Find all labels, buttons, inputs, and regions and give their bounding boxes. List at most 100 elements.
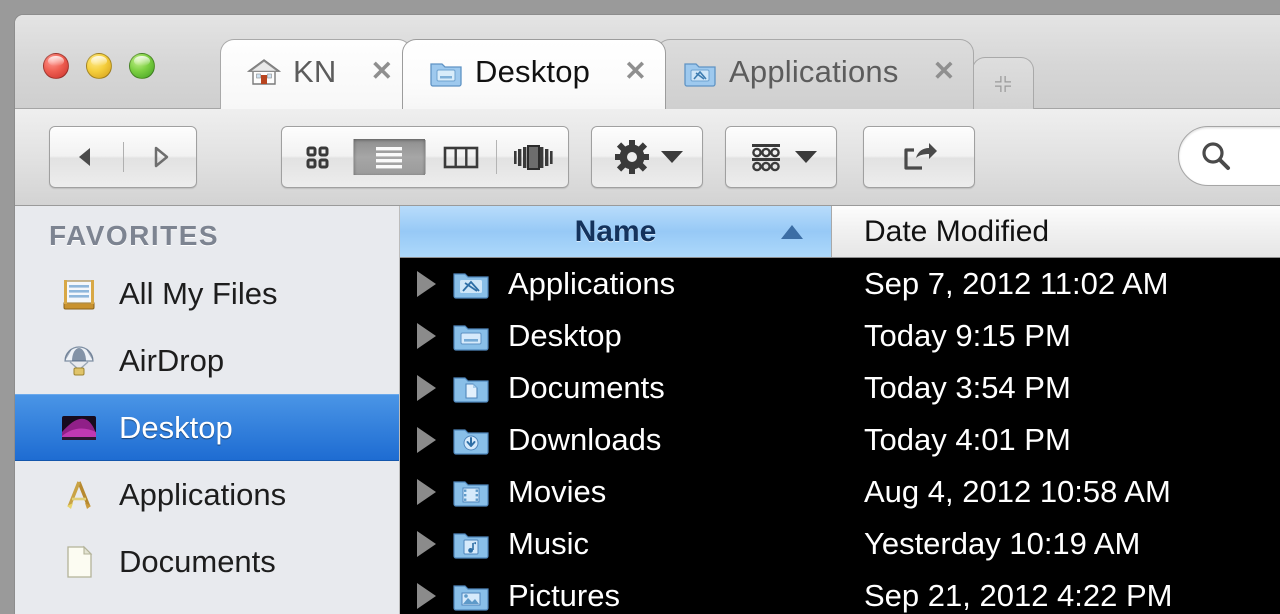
sort-ascending-icon	[781, 224, 803, 239]
disclosure-triangle[interactable]	[400, 531, 452, 557]
date-modified-cell: Today 4:01 PM	[864, 422, 1071, 457]
date-modified-cell: Sep 21, 2012 4:22 PM	[864, 578, 1173, 613]
pictures-folder-icon	[452, 580, 490, 612]
list-view-icon	[376, 147, 403, 169]
date-modified-cell: Aug 4, 2012 10:58 AM	[864, 474, 1171, 509]
sidebar-item-label: AirDrop	[119, 342, 225, 378]
tab-close-button[interactable]: ✕	[624, 56, 647, 86]
new-tab-button[interactable]	[972, 57, 1035, 109]
file-name-cell: Downloads	[452, 422, 832, 458]
minimize-window-button[interactable]	[86, 53, 112, 79]
tab-applications[interactable]: Applications ✕	[655, 39, 975, 109]
folder-icon	[429, 57, 463, 87]
sidebar: FAVORITES All My Files AirDrop Desktop A…	[15, 206, 400, 614]
chevron-down-icon	[660, 151, 683, 163]
file-name-cell: Music	[452, 526, 832, 562]
share-button[interactable]	[863, 126, 975, 188]
tab-desktop[interactable]: Desktop ✕	[402, 39, 666, 109]
file-name-cell: Applications	[452, 266, 832, 302]
column-header-label: Date Modified	[864, 214, 1050, 248]
sidebar-item-airdrop[interactable]: AirDrop	[15, 327, 399, 394]
icon-view-button[interactable]	[282, 139, 353, 175]
music-folder-icon	[452, 528, 490, 560]
coverflow-view-button[interactable]	[496, 140, 568, 174]
finder-window: KN ✕ Desktop ✕ Applications ✕ FAVORITES …	[14, 14, 1280, 614]
date-modified-cell: Sep 7, 2012 11:02 AM	[864, 266, 1169, 301]
file-name-cell: Documents	[452, 370, 832, 406]
traffic-light-group	[43, 53, 155, 79]
back-arrow-icon	[79, 148, 91, 166]
sidebar-item-label: Documents	[119, 543, 276, 579]
back-button[interactable]	[50, 142, 123, 172]
coverflow-view-icon	[513, 145, 553, 170]
column-view-button[interactable]	[424, 140, 497, 174]
file-name-label: Downloads	[508, 422, 662, 457]
disclosure-triangle[interactable]	[400, 323, 452, 349]
house-icon	[246, 57, 282, 87]
file-name-label: Pictures	[508, 578, 620, 613]
applications-folder-icon	[683, 57, 717, 87]
navigation-segmented-control	[49, 126, 197, 188]
tab-label: KN	[293, 53, 337, 89]
search-icon	[1202, 142, 1230, 170]
arrange-icon	[751, 144, 780, 172]
file-name-cell: Desktop	[452, 318, 832, 354]
sidebar-section-header-favorites: FAVORITES	[49, 220, 220, 251]
window-body: FAVORITES All My Files AirDrop Desktop A…	[15, 206, 1280, 614]
disclosure-triangle[interactable]	[400, 427, 452, 453]
disclosure-triangle[interactable]	[400, 375, 452, 401]
sidebar-item-documents[interactable]: Documents	[15, 528, 399, 595]
forward-arrow-icon	[154, 146, 168, 168]
forward-button[interactable]	[122, 142, 197, 172]
toolbar	[15, 109, 1280, 206]
tab-bar: KN ✕ Desktop ✕ Applications ✕	[15, 15, 1280, 109]
applications-icon	[59, 477, 99, 513]
arrange-menu-button[interactable]	[725, 126, 837, 188]
sidebar-item-applications[interactable]: Applications	[15, 461, 399, 528]
file-name-label: Applications	[508, 266, 676, 301]
date-modified-cell: Today 9:15 PM	[864, 318, 1071, 353]
close-window-button[interactable]	[43, 53, 69, 79]
all-my-files-icon	[59, 276, 99, 312]
column-header-date-modified[interactable]: Date Modified	[832, 206, 1280, 257]
tab-close-button[interactable]: ✕	[370, 56, 393, 86]
file-name-label: Movies	[508, 474, 607, 509]
zoom-window-button[interactable]	[129, 53, 155, 79]
airdrop-icon	[59, 343, 99, 379]
chevron-down-icon	[794, 151, 817, 163]
applications-folder-icon	[452, 268, 490, 300]
tab-label: Desktop	[475, 53, 591, 89]
documents-folder-icon	[452, 372, 490, 404]
share-icon	[904, 143, 937, 170]
list-view-button[interactable]	[352, 139, 425, 175]
sidebar-item-label: All My Files	[119, 275, 278, 311]
search-input[interactable]	[1241, 140, 1280, 172]
file-name-label: Desktop	[508, 318, 622, 353]
column-header-name[interactable]: Name	[400, 206, 832, 257]
search-field[interactable]	[1178, 126, 1280, 186]
documents-icon	[59, 544, 99, 580]
table-row[interactable]: Documents Today 3:54 PM	[400, 362, 1280, 414]
column-header-label: Name	[574, 214, 657, 248]
file-name-label: Documents	[508, 370, 665, 405]
table-row[interactable]: Applications Sep 7, 2012 11:02 AM	[400, 258, 1280, 310]
table-row[interactable]: Downloads Today 4:01 PM	[400, 414, 1280, 466]
tab-kn[interactable]: KN ✕	[220, 39, 413, 109]
movies-folder-icon	[452, 476, 490, 508]
disclosure-triangle[interactable]	[400, 479, 452, 505]
file-list-view: Name Date Modified Applications Sep 7, 2…	[400, 206, 1280, 614]
table-row[interactable]: Music Yesterday 10:19 AM	[400, 518, 1280, 570]
downloads-folder-icon	[452, 424, 490, 456]
action-menu-button[interactable]	[591, 126, 703, 188]
file-name-cell: Movies	[452, 474, 832, 510]
table-row[interactable]: Desktop Today 9:15 PM	[400, 310, 1280, 362]
icon-view-icon	[306, 146, 329, 169]
table-row[interactable]: Pictures Sep 21, 2012 4:22 PM	[400, 570, 1280, 614]
disclosure-triangle[interactable]	[400, 271, 452, 297]
sidebar-item-desktop[interactable]: Desktop	[15, 394, 399, 461]
file-name-cell: Pictures	[452, 578, 832, 614]
disclosure-triangle[interactable]	[400, 583, 452, 609]
table-row[interactable]: Movies Aug 4, 2012 10:58 AM	[400, 466, 1280, 518]
tab-close-button[interactable]: ✕	[932, 56, 955, 86]
sidebar-item-all-my-files[interactable]: All My Files	[15, 260, 399, 327]
